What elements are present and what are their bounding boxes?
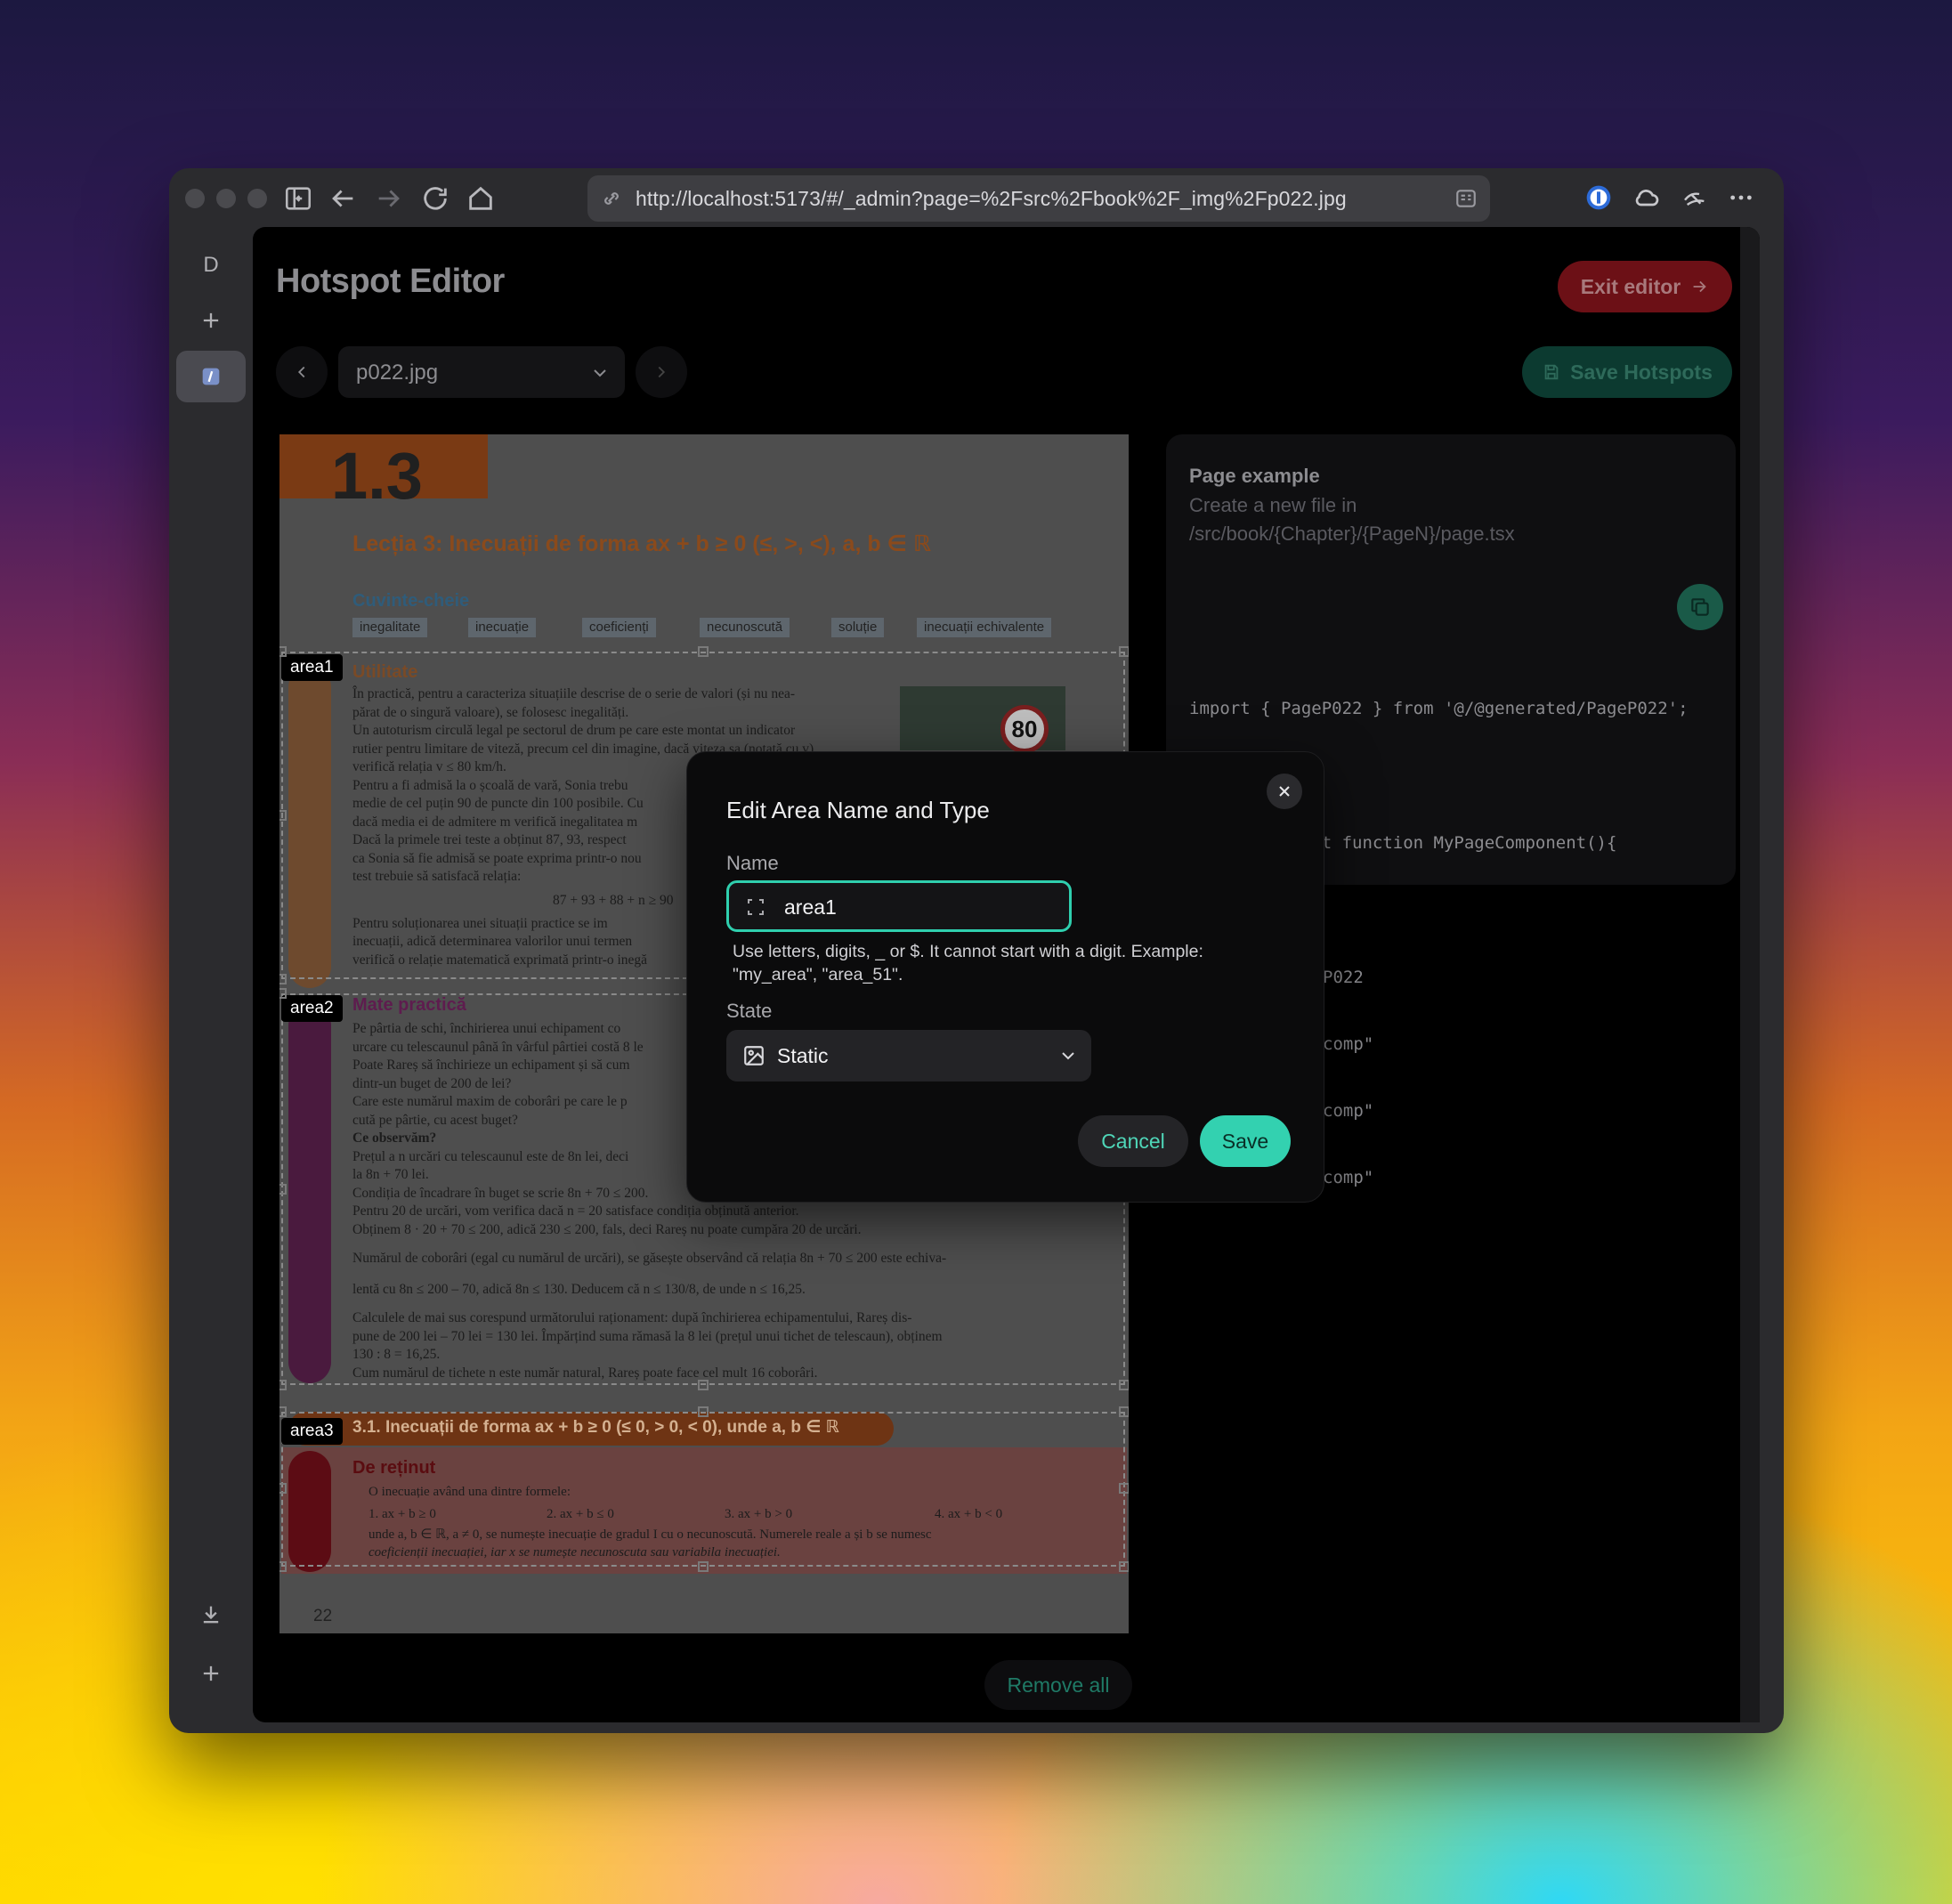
resize-handle[interactable] [279,974,287,984]
sidebar-toggle-icon[interactable] [283,183,313,214]
close-icon [1279,786,1290,797]
sidebar-profile[interactable]: D [176,239,246,291]
close-dialog-button[interactable] [1267,774,1302,809]
keyword-chip: necunoscută [700,618,790,637]
area-tag-3[interactable]: area3 [281,1418,343,1445]
resize-handle[interactable] [1119,1406,1129,1417]
save-icon [1544,364,1559,380]
extension-icon[interactable] [1681,183,1710,212]
area-tag-1[interactable]: area1 [281,654,343,681]
keyword-chip: coeficienți [582,618,656,637]
resize-handle[interactable] [698,1406,709,1417]
name-help-text: Use letters, digits, _ or $. It cannot s… [733,942,1203,984]
resize-handle[interactable] [279,646,287,657]
page-scrollbar[interactable] [1740,227,1760,1722]
next-page-button[interactable] [636,346,687,398]
page-select[interactable]: p022.jpg [338,346,625,398]
exit-editor-label: Exit editor [1580,274,1681,298]
save-hotspots-button[interactable]: Save Hotspots [1522,346,1732,398]
cloud-icon[interactable] [1632,183,1661,212]
keywords-title: Cuvinte-cheie [352,591,470,611]
more-options-icon[interactable] [1727,183,1755,212]
chevron-left-icon [297,366,305,378]
site-info-icon[interactable] [600,187,623,210]
resize-handle[interactable] [279,1184,287,1195]
save-hotspots-label: Save Hotspots [1570,360,1713,384]
resize-handle[interactable] [1119,1483,1129,1494]
keyword-chip: inecuații echivalente [917,618,1052,637]
resize-handle[interactable] [279,1483,287,1494]
dialog-title: Edit Area Name and Type [726,797,990,823]
state-select[interactable]: Static [726,1030,1091,1082]
page-title: Hotspot Editor [276,263,505,300]
keyword-chip: inecuație [468,618,537,637]
image-icon [744,1046,764,1065]
title-bar: http://localhost:5173/#/_admin?page=%2Fs… [169,168,1784,227]
cancel-button[interactable]: Cancel [1078,1115,1188,1167]
resize-handle[interactable] [279,1406,287,1417]
copy-icon [1691,598,1709,616]
resize-handle[interactable] [279,810,287,821]
home-icon[interactable] [466,183,496,214]
area-name-field[interactable] [726,880,1072,932]
address-bar[interactable]: http://localhost:5173/#/_admin?page=%2Fs… [587,175,1490,222]
example-description: Create a new file in /src/book/{Chapter}… [1189,494,1515,545]
chevron-down-icon [1062,1052,1074,1060]
url-text[interactable]: http://localhost:5173/#/_admin?page=%2Fs… [636,187,1347,211]
resize-handle[interactable] [279,988,287,999]
example-title: Page example [1189,465,1320,487]
password-manager-icon[interactable] [1584,183,1613,212]
chapter-number: 1.3 [331,439,423,513]
hotspot-area-3[interactable] [281,1412,1125,1567]
forward-icon[interactable] [374,183,404,214]
save-button[interactable]: Save [1200,1115,1291,1167]
chevron-down-icon [594,369,606,377]
resize-handle[interactable] [698,646,709,657]
copy-code-button[interactable] [1677,584,1723,630]
add-icon[interactable] [176,1648,246,1699]
back-icon[interactable] [328,183,358,214]
chapter-badge: 1.3 [279,434,488,513]
arrow-right-icon [1693,280,1706,293]
exit-editor-button[interactable]: Exit editor [1558,261,1732,312]
minimize-window-button[interactable] [216,189,236,208]
page-number: 22 [313,1607,333,1625]
zoom-window-button[interactable] [247,189,267,208]
new-tab-icon[interactable] [176,295,246,346]
keyword-chip: inegalitate [352,618,428,637]
area-name-input[interactable] [782,894,1053,920]
resize-handle[interactable] [279,1380,287,1390]
resize-handle[interactable] [698,1561,709,1572]
resize-handle[interactable] [279,1561,287,1572]
frame-icon [748,899,764,915]
state-select-value: Static [777,1044,829,1067]
close-window-button[interactable] [185,189,205,208]
edit-area-dialog: Edit Area Name and Type Name Use letters… [686,751,1324,1203]
previous-page-button[interactable] [276,346,328,398]
chevron-right-icon [658,366,666,378]
resize-handle[interactable] [698,1380,709,1390]
state-label: State [726,1000,773,1022]
active-tab-icon[interactable] [176,351,246,402]
lesson-title: Lecția 3: Inecuații de forma ax + b ≥ 0 … [352,531,931,556]
reload-icon[interactable] [420,183,450,214]
page-select-value: p022.jpg [356,361,439,385]
resize-handle[interactable] [1119,1561,1129,1572]
reader-mode-icon[interactable] [1454,187,1478,210]
download-icon[interactable] [176,1589,246,1641]
keyword-chip: soluție [831,618,885,637]
browser-sidebar: D [169,227,253,1733]
remove-all-button[interactable]: Remove all [984,1660,1132,1710]
area-tag-2[interactable]: area2 [281,995,343,1022]
resize-handle[interactable] [1119,1380,1129,1390]
name-label: Name [726,852,779,874]
resize-handle[interactable] [1119,646,1129,657]
